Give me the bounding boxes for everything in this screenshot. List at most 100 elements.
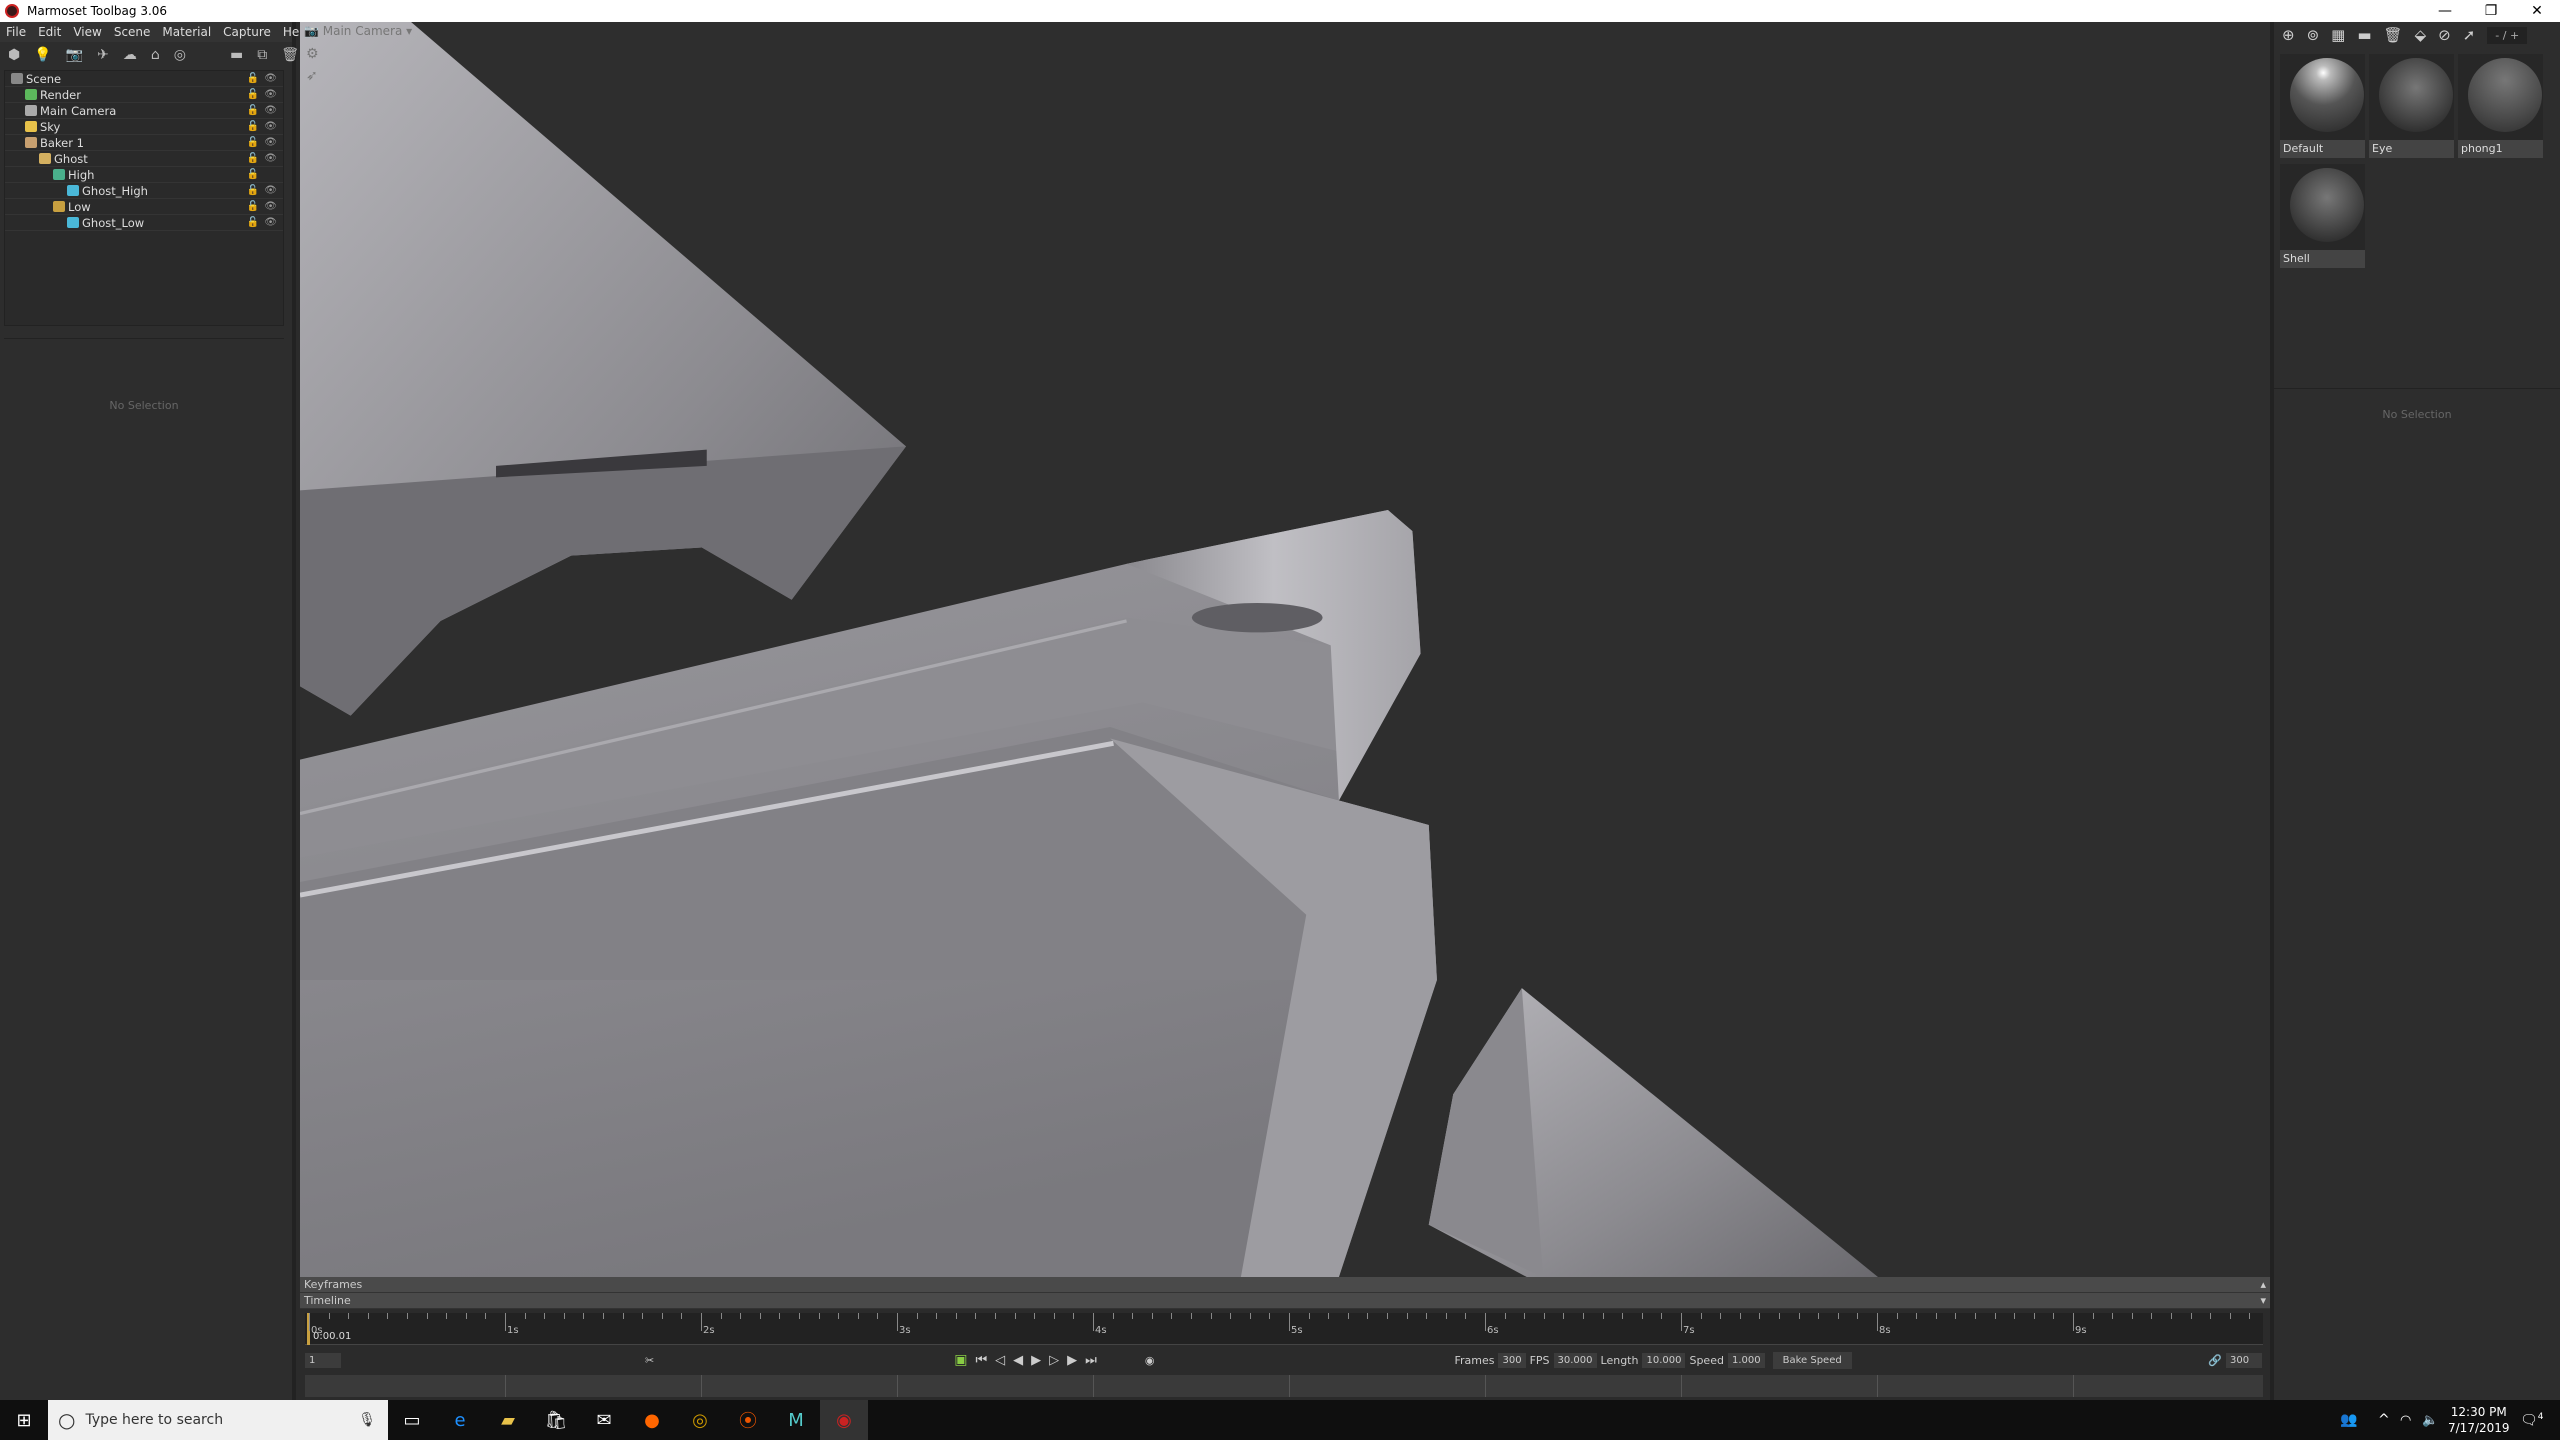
volume-icon[interactable]: 🔈 — [2422, 1413, 2438, 1428]
visibility-eye-icon[interactable]: 👁 — [264, 121, 277, 132]
tree-item[interactable]: Main Camera 🔓 👁 — [5, 103, 283, 119]
checker-icon[interactable]: ▦ — [2331, 26, 2345, 44]
edge-icon[interactable]: e — [436, 1400, 484, 1440]
material-tile[interactable]: Shell — [2280, 164, 2365, 268]
assign-material-icon[interactable]: ⬙ — [2415, 26, 2427, 44]
lock-icon[interactable]: 🔓 — [247, 137, 259, 148]
tree-item[interactable]: Scene 🔓 👁 — [5, 71, 283, 87]
lock-icon[interactable]: 🔓 — [247, 185, 259, 196]
add-object-icon[interactable]: ⬢ — [8, 47, 20, 63]
visibility-eye-icon[interactable]: 👁 — [264, 73, 277, 84]
material-tile[interactable]: Default — [2280, 54, 2365, 158]
tree-item[interactable]: Sky 🔓 👁 — [5, 119, 283, 135]
menu-edit[interactable]: Edit — [32, 25, 67, 39]
rocket-icon[interactable]: ➶ — [306, 68, 318, 84]
app-ring-icon[interactable]: ◎ — [676, 1400, 724, 1440]
tray-expand-icon[interactable]: ^ — [2378, 1412, 2390, 1428]
add-baker-icon[interactable]: ⌂ — [151, 47, 160, 63]
trash-icon[interactable]: 🗑 — [281, 47, 299, 63]
maya-icon[interactable]: M — [772, 1400, 820, 1440]
bake-speed-button[interactable]: Bake Speed — [1772, 1351, 1852, 1369]
add-turntable-icon[interactable]: ✈ — [97, 47, 109, 63]
lock-icon[interactable]: 🔓 — [247, 169, 259, 180]
notifications-icon[interactable]: 🗨4 — [2520, 1412, 2544, 1429]
frames-field[interactable]: 300 — [1498, 1352, 1526, 1368]
visibility-eye-icon[interactable]: 👁 — [264, 185, 277, 196]
keyframe-track[interactable] — [305, 1375, 2263, 1397]
tree-item[interactable]: Low 🔓 👁 — [5, 199, 283, 215]
speed-field[interactable]: 1.000 — [1727, 1352, 1765, 1368]
material-page[interactable]: - / + — [2487, 26, 2528, 44]
minimize-button[interactable]: — — [2422, 0, 2468, 22]
lock-icon[interactable]: 🔓 — [247, 121, 259, 132]
add-light-icon[interactable]: 💡 — [34, 47, 51, 63]
lock-icon[interactable]: 🔓 — [247, 201, 259, 212]
scissors-icon[interactable]: ✂ — [645, 1354, 654, 1367]
lock-icon[interactable]: 🔓 — [247, 153, 259, 164]
marmoset-taskbar-icon[interactable]: ◉ — [820, 1400, 868, 1440]
lock-icon[interactable]: 🔓 — [247, 73, 259, 84]
fps-field[interactable]: 30.000 — [1553, 1352, 1597, 1368]
menu-scene[interactable]: Scene — [108, 25, 157, 39]
speed-icon[interactable]: ◉ — [1145, 1354, 1155, 1367]
mail-icon[interactable]: ✉ — [580, 1400, 628, 1440]
menu-capture[interactable]: Capture — [217, 25, 277, 39]
menu-file[interactable]: File — [0, 25, 32, 39]
tree-item[interactable]: Baker 1 🔓 👁 — [5, 135, 283, 151]
menu-view[interactable]: View — [67, 25, 107, 39]
file-explorer-icon[interactable]: ▰ — [484, 1400, 532, 1440]
import-icon[interactable]: ⊘ — [2438, 26, 2451, 44]
end-frame-field[interactable]: 300 — [2226, 1352, 2262, 1368]
current-frame-field[interactable]: 1 — [305, 1352, 341, 1368]
visibility-eye-icon[interactable]: 👁 — [264, 105, 277, 116]
close-button[interactable]: ✕ — [2514, 0, 2560, 22]
lock-icon[interactable]: 🔓 — [247, 105, 259, 116]
task-view-icon[interactable]: ▭ — [388, 1400, 436, 1440]
visibility-eye-icon[interactable]: 👁 — [264, 137, 277, 148]
store-icon[interactable]: 🛍 — [532, 1400, 580, 1440]
microphone-icon[interactable]: 🎙 — [358, 1412, 376, 1428]
lock-icon[interactable]: 🔓 — [247, 89, 259, 100]
clock[interactable]: 12:30 PM 7/17/2019 — [2448, 1404, 2510, 1436]
expand-icon[interactable]: ▴ — [2260, 1277, 2266, 1293]
link-icon[interactable]: 🔗 — [2208, 1354, 2222, 1367]
firefox-icon[interactable]: ● — [628, 1400, 676, 1440]
tree-item[interactable]: Ghost_High 🔓 👁 — [5, 183, 283, 199]
duplicate-material-icon[interactable]: ⊚ — [2307, 26, 2320, 44]
3d-viewport[interactable]: 📷 Main Camera ▾ ⚙ ➶ — [300, 22, 2270, 1277]
wifi-icon[interactable]: ◠ — [2400, 1413, 2411, 1428]
add-shadow-catcher-icon[interactable]: ◎ — [174, 47, 186, 63]
menu-material[interactable]: Material — [156, 25, 217, 39]
taskbar-search[interactable]: ○ Type here to search 🎙 — [48, 1400, 388, 1440]
camera-selector[interactable]: 📷 Main Camera ▾ — [304, 24, 412, 38]
duplicate-icon[interactable]: ⧉ — [257, 47, 267, 63]
folder-icon[interactable]: ▬ — [230, 47, 243, 63]
add-camera-icon[interactable]: 📷 — [66, 47, 83, 63]
transport-buttons[interactable]: ⏮◁◀▶▷▶⏭ — [975, 1353, 1104, 1368]
maximize-button[interactable]: ❐ — [2468, 0, 2514, 22]
keyframes-bar[interactable]: Keyframes ▴ — [300, 1277, 2270, 1293]
length-field[interactable]: 10.000 — [1642, 1352, 1686, 1368]
windows-start-icon[interactable]: ⊞ — [0, 1400, 48, 1440]
tree-item[interactable]: Ghost 🔓 👁 — [5, 151, 283, 167]
tree-item[interactable]: Ghost_Low 🔓 👁 — [5, 215, 283, 231]
timeline-ruler[interactable]: 0:00.01 0s 1s 2s 3s 4s 5s 6s 7s 8s 9s — [305, 1313, 2263, 1345]
material-tile[interactable]: phong1 — [2458, 54, 2543, 158]
gear-icon[interactable]: ⚙ — [306, 46, 319, 62]
add-sky-icon[interactable]: ☁ — [123, 47, 137, 63]
add-material-icon[interactable]: ⊕ — [2282, 26, 2295, 44]
folder-icon[interactable]: ▬ — [2357, 26, 2371, 44]
tree-item[interactable]: High 🔓 — [5, 167, 283, 183]
visibility-eye-icon[interactable]: 👁 — [264, 217, 277, 228]
visibility-eye-icon[interactable]: 👁 — [264, 153, 277, 164]
lock-icon[interactable]: 🔓 — [247, 217, 259, 228]
visibility-eye-icon[interactable]: 👁 — [264, 201, 277, 212]
visibility-eye-icon[interactable]: 👁 — [264, 89, 277, 100]
material-tile[interactable]: Eye — [2369, 54, 2454, 158]
export-icon[interactable]: ➚ — [2463, 26, 2476, 44]
trash-icon[interactable]: 🗑 — [2384, 26, 2403, 44]
timeline-bar[interactable]: Timeline ▾ — [300, 1293, 2270, 1309]
people-icon[interactable]: 👥 — [2340, 1412, 2357, 1428]
collapse-icon[interactable]: ▾ — [2260, 1293, 2266, 1309]
app-eye-icon[interactable]: ⦿ — [724, 1400, 772, 1440]
